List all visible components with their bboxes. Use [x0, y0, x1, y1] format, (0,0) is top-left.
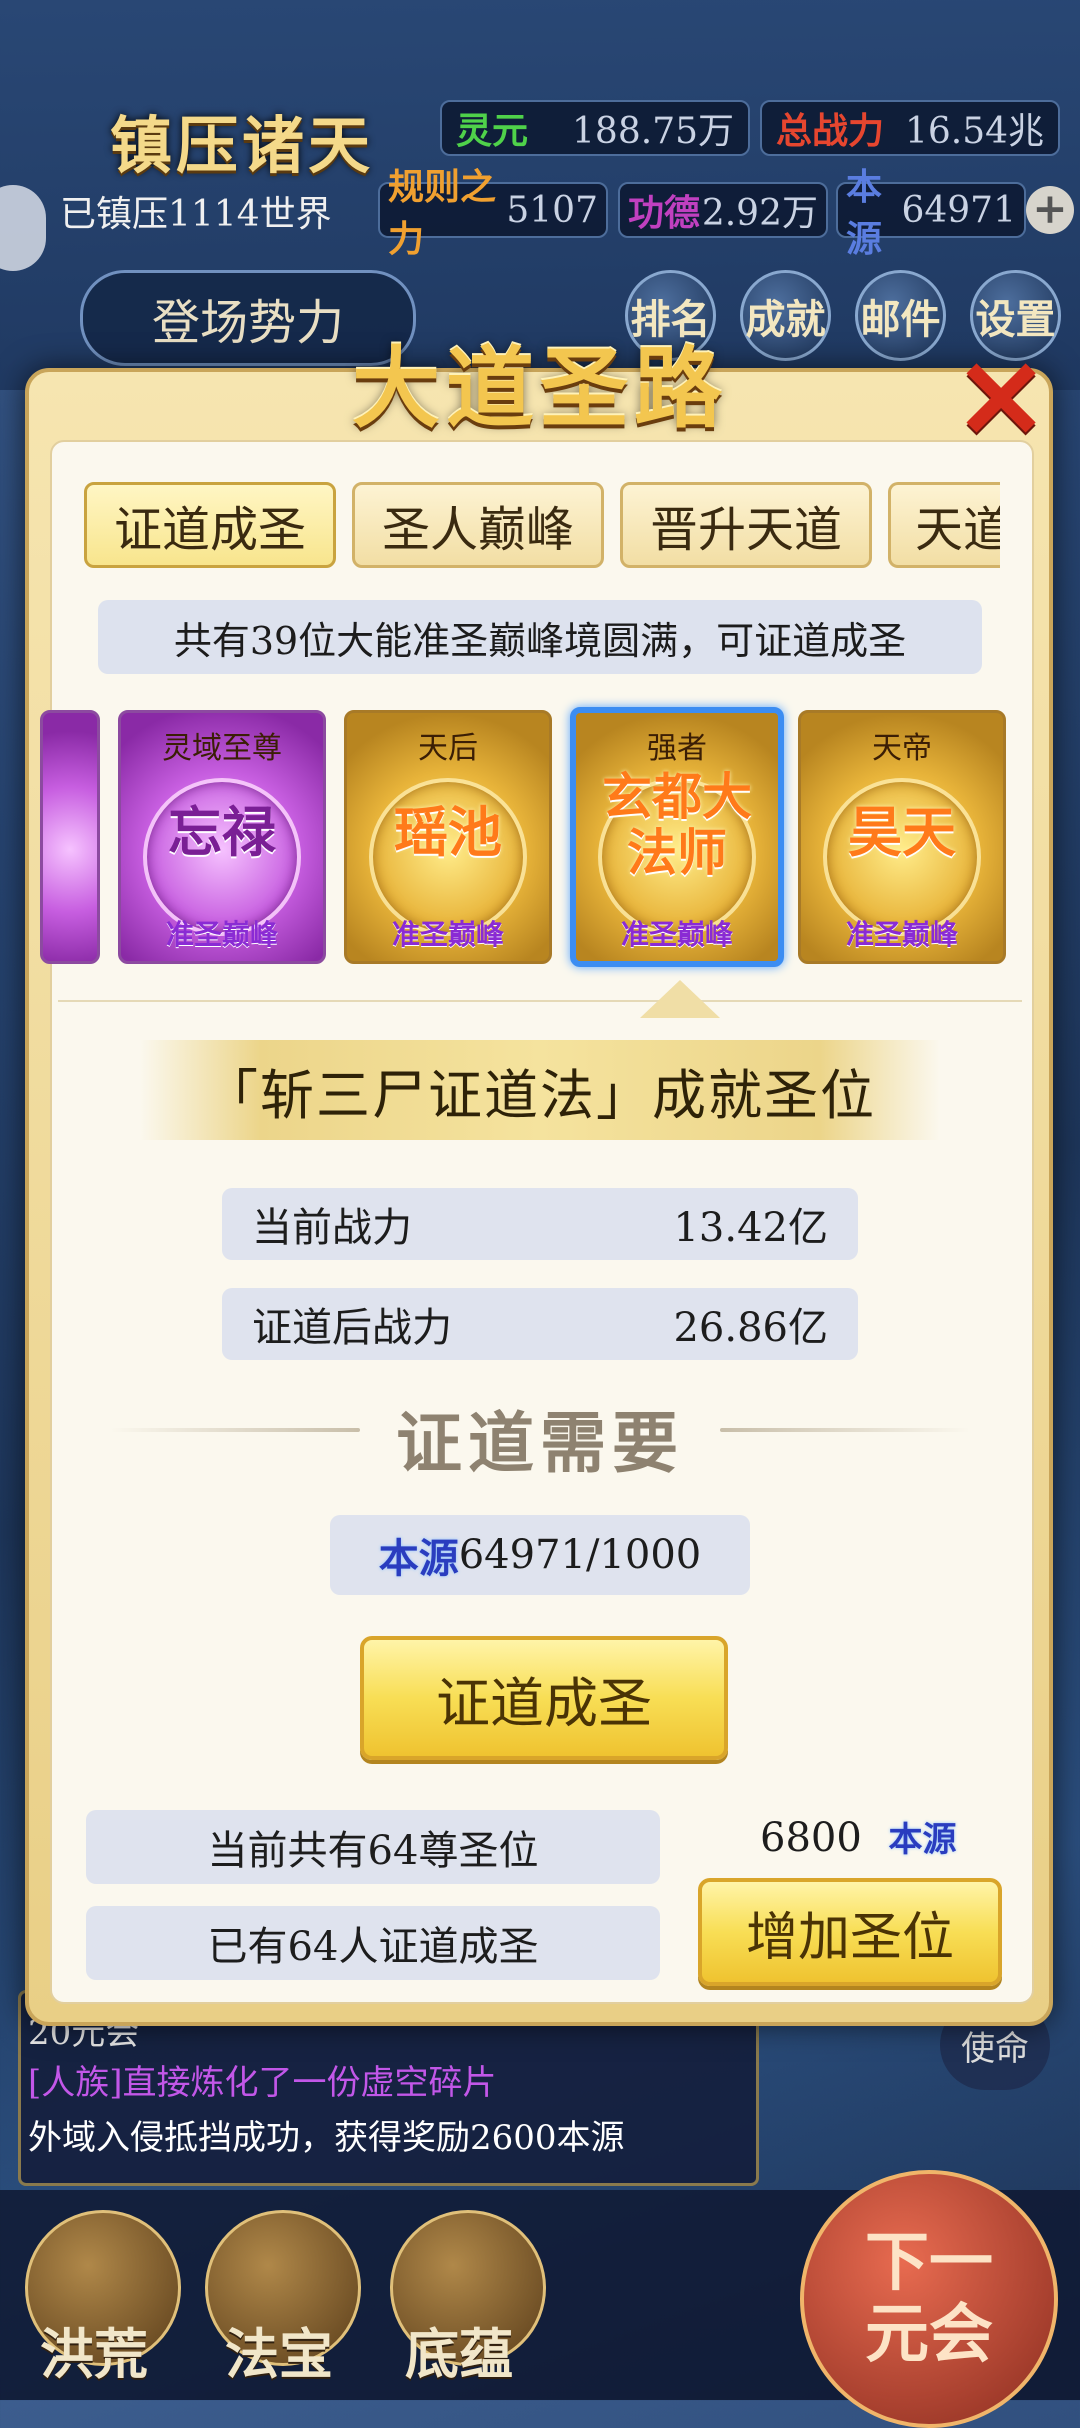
candidate-card[interactable]: 天帝 昊天 准圣巅峰 [798, 710, 1006, 964]
achievement-button[interactable]: 成就 [740, 270, 831, 361]
benyuan-stat: 本源 64971 [836, 166, 1026, 260]
card-rank: 准圣巅峰 [165, 918, 278, 951]
next-era-button[interactable]: 下一元会 [800, 2170, 1058, 2428]
total-power-stat: 总战力 16.54兆 [760, 100, 1060, 156]
divider [58, 1000, 1022, 1002]
add-benyuan-button[interactable]: + [1026, 186, 1074, 234]
tab-heavenly-dao[interactable]: 晋升天道 [620, 482, 872, 568]
current-power-value: 13.42亿 [673, 1205, 828, 1251]
ornament-right [720, 1428, 970, 1432]
log-line: [人族]直接炼化了一份虚空碎片 [28, 2063, 497, 2103]
requirement-amount: 64971/1000 [458, 1532, 702, 1578]
next-era-label: 下一元会 [865, 2225, 993, 2372]
merit-label: 功德 [628, 192, 701, 234]
lingyuan-label: 灵元 [456, 110, 529, 152]
after-power-value: 26.86亿 [673, 1305, 828, 1351]
mail-button[interactable]: 邮件 [855, 270, 946, 361]
rule-power-stat: 规则之力 5107 [378, 166, 608, 260]
candidate-card[interactable]: 天后 瑶池 准圣巅峰 [344, 710, 552, 964]
fabao-label: 法宝 [225, 2322, 333, 2386]
modal-title: 大道圣路 [351, 336, 728, 440]
ornament-left [110, 1428, 360, 1432]
candidate-card-partial[interactable] [40, 710, 100, 964]
card-title: 强者 [647, 731, 707, 766]
benyuan-resource-icon: 本源 [888, 1820, 957, 1860]
benyuan-label: 本源 [846, 166, 883, 260]
card-rank: 准圣巅峰 [845, 918, 958, 951]
pause-button[interactable] [0, 185, 46, 271]
merit-value: 2.92万 [701, 193, 818, 234]
after-power-label: 证道后战力 [252, 1305, 452, 1351]
info-bar: 共有39位大能准圣巅峰境圆满，可证道成圣 [98, 600, 982, 674]
close-icon[interactable]: ✕ [955, 345, 1047, 455]
after-power-row: 证道后战力 26.86亿 [222, 1288, 858, 1360]
add-seat-cost: 6800 本源 [760, 1812, 957, 1861]
suppressed-worlds: 已镇压1114世界 [60, 194, 332, 235]
tab-prove-dao[interactable]: 证道成圣 [84, 482, 336, 568]
rule-power-value: 5107 [506, 189, 598, 231]
card-name: 玄都大法师 [602, 766, 752, 882]
card-rank: 准圣巅峰 [620, 918, 733, 951]
card-name: 忘禄 [168, 800, 276, 865]
current-power-row: 当前战力 13.42亿 [222, 1188, 858, 1260]
honghuang-label: 洪荒 [40, 2322, 148, 2386]
lingyuan-value: 188.75万 [572, 111, 734, 152]
log-line: 外域入侵抵挡成功，获得奖励2600本源 [28, 2118, 625, 2158]
tab-saint-peak[interactable]: 圣人巅峰 [352, 482, 604, 568]
card-title: 天帝 [872, 731, 932, 766]
candidate-card-selected[interactable]: 强者 玄都大法师 准圣巅峰 [570, 707, 784, 967]
benyuan-resource-icon: 本源 [378, 1535, 459, 1582]
current-power-label: 当前战力 [252, 1205, 412, 1251]
seat-count: 当前共有64尊圣位 [86, 1810, 660, 1884]
lingyuan-stat: 灵元 188.75万 [440, 100, 750, 156]
total-power-value: 16.54兆 [904, 111, 1044, 152]
card-title: 天后 [418, 731, 478, 766]
card-rank: 准圣巅峰 [391, 918, 504, 951]
requirement-box: 本源 64971/1000 [330, 1515, 750, 1595]
card-name: 昊天 [848, 800, 956, 865]
card-title: 灵域至尊 [162, 731, 282, 766]
benyuan-value: 64971 [901, 189, 1016, 231]
cost-amount: 6800 [760, 1815, 862, 1861]
rule-power-label: 规则之力 [388, 166, 497, 260]
tab-tiandao[interactable]: 天道 [888, 482, 1000, 568]
candidate-card[interactable]: 灵域至尊 忘禄 准圣巅峰 [118, 710, 326, 964]
requirement-title: 证道需要 [396, 1404, 684, 1482]
card-name: 瑶池 [394, 800, 502, 865]
total-power-label: 总战力 [776, 110, 885, 152]
diyun-label: 底蕴 [405, 2322, 513, 2386]
prove-dao-button[interactable]: 证道成圣 [360, 1636, 728, 1760]
world-title: 镇压诸天 [110, 109, 375, 182]
proven-count: 已有64人证道成圣 [86, 1906, 660, 1980]
merit-stat: 功德 2.92万 [618, 182, 828, 238]
add-seat-button[interactable]: 增加圣位 [698, 1878, 1002, 1986]
method-banner: 「斩三尸证道法」成就圣位 [140, 1040, 940, 1140]
selection-pointer-icon [640, 980, 720, 1018]
